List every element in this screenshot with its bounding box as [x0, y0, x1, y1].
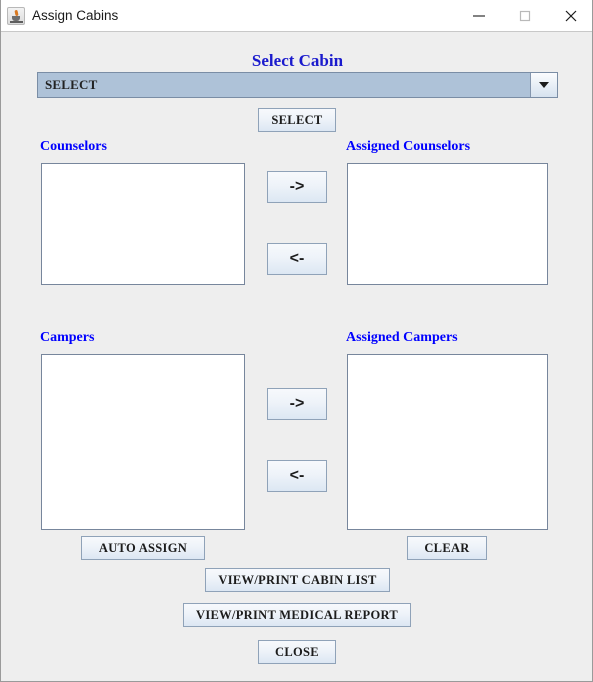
close-button[interactable]: CLOSE: [258, 640, 336, 664]
view-print-cabin-list-button[interactable]: VIEW/PRINT CABIN LIST: [205, 568, 390, 592]
counselors-label: Counselors: [40, 139, 107, 154]
assigned-counselors-label: Assigned Counselors: [346, 139, 471, 154]
campers-label: Campers: [40, 330, 95, 345]
view-print-medical-report-button[interactable]: VIEW/PRINT MEDICAL REPORT: [183, 603, 411, 627]
window-title: Assign Cabins: [32, 8, 119, 23]
campers-move-left-button[interactable]: <-: [267, 460, 327, 492]
chevron-down-icon[interactable]: [531, 73, 557, 97]
assign-cabins-window: Assign Cabins Select Cabin SELECT SELECT…: [0, 0, 593, 682]
counselors-list[interactable]: [41, 163, 245, 285]
assigned-campers-list[interactable]: [347, 354, 548, 530]
window-controls: [456, 0, 592, 32]
counselors-move-left-button[interactable]: <-: [267, 243, 327, 275]
close-icon[interactable]: [548, 0, 592, 32]
assigned-campers-label: Assigned Campers: [346, 330, 458, 345]
campers-move-right-button[interactable]: ->: [267, 388, 327, 420]
assigned-counselors-list[interactable]: [347, 163, 548, 285]
counselors-move-right-button[interactable]: ->: [267, 171, 327, 203]
minimize-icon[interactable]: [456, 0, 502, 32]
maximize-icon[interactable]: [502, 0, 548, 32]
java-coffee-cup-icon: [7, 6, 25, 25]
cabin-select-value[interactable]: SELECT: [38, 73, 531, 97]
cabin-select-dropdown[interactable]: SELECT: [37, 72, 558, 98]
window-titlebar: Assign Cabins: [1, 0, 592, 32]
clear-button[interactable]: CLEAR: [407, 536, 487, 560]
select-button[interactable]: SELECT: [258, 108, 336, 132]
page-title: Select Cabin: [251, 51, 344, 70]
auto-assign-button[interactable]: AUTO ASSIGN: [81, 536, 205, 560]
campers-list[interactable]: [41, 354, 245, 530]
